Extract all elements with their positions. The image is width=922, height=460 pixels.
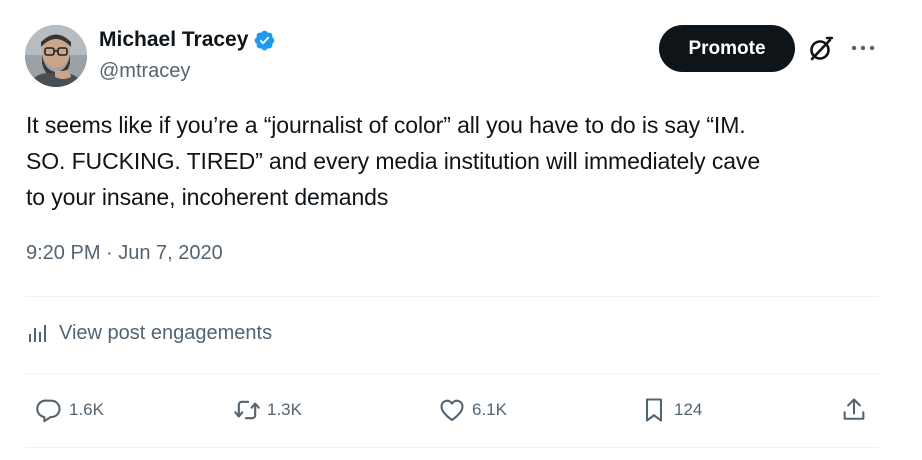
tweet-timestamp[interactable]: 9:20 PM · Jun 7, 2020 <box>26 240 223 266</box>
tweet-text-line: It seems like if you’re a “journalist of… <box>26 112 746 138</box>
reply-button[interactable]: 1.6K <box>35 396 104 424</box>
repost-button[interactable]: 1.3K <box>233 396 302 424</box>
divider <box>26 447 878 448</box>
view-engagements-label: View post engagements <box>59 322 273 344</box>
share-icon <box>843 398 865 420</box>
avatar-photo <box>25 25 87 87</box>
repost-count: 1.3K <box>267 400 302 419</box>
author-handle[interactable]: @mtracey <box>99 58 190 84</box>
verified-badge-icon[interactable] <box>253 29 276 52</box>
reply-icon <box>36 399 61 423</box>
tweet-text-line: to your insane, incoherent demands <box>26 184 389 210</box>
like-icon <box>440 399 464 421</box>
more-icon[interactable] <box>850 38 876 58</box>
bookmark-button[interactable]: 124 <box>640 396 702 424</box>
divider <box>26 296 878 297</box>
author-avatar[interactable] <box>25 25 87 87</box>
like-button[interactable]: 6.1K <box>438 396 507 424</box>
bookmark-icon <box>645 398 663 422</box>
share-button[interactable] <box>840 396 868 424</box>
divider <box>26 373 878 374</box>
grok-icon[interactable] <box>807 35 835 63</box>
bookmark-count: 124 <box>674 400 703 419</box>
reply-count: 1.6K <box>69 400 104 419</box>
tweet-text: It seems like if you’re a “journalist of… <box>26 107 896 215</box>
like-count: 6.1K <box>472 400 507 419</box>
author-name[interactable]: Michael Tracey <box>99 27 248 53</box>
promote-button[interactable]: Promote <box>659 25 795 72</box>
analytics-icon <box>29 325 46 342</box>
repost-icon <box>234 400 260 420</box>
view-engagements-link[interactable]: View post engagements <box>26 320 272 346</box>
author-name-row[interactable]: Michael Tracey <box>99 27 276 53</box>
tweet-text-line: SO. FUCKING. TIRED” and every media inst… <box>26 148 761 174</box>
